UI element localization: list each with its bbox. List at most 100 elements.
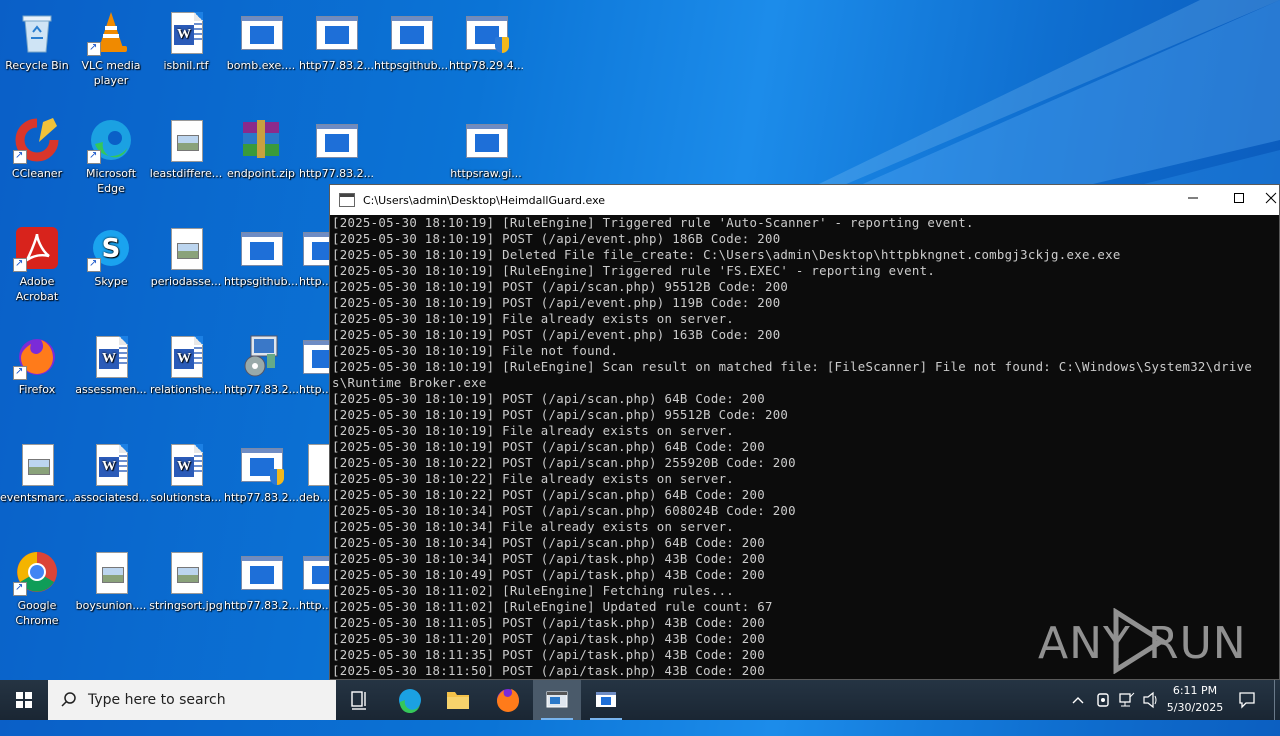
console-line: [2025-05-30 18:10:22] POST (/api/scan.ph… (332, 488, 765, 502)
icon-label: periodasse... (150, 275, 222, 288)
console-titlebar[interactable]: C:\Users\admin\Desktop\HeimdallGuard.exe (330, 185, 1279, 215)
desktop-icon-edge[interactable]: Microsoft Edge (74, 116, 148, 196)
icon-label: associatesd... (74, 491, 148, 504)
desktop-icon-partial-1[interactable]: http... (299, 224, 329, 289)
desktop-icon-firefox[interactable]: Firefox (0, 332, 74, 397)
desktop-icon-leastdiffere[interactable]: leastdiffere... (149, 116, 223, 181)
icon-label: endpoint.zip (226, 167, 296, 180)
volume-button[interactable] (1140, 680, 1162, 720)
console-app-icon (546, 691, 568, 708)
desktop-icon-ccleaner[interactable]: CCleaner (0, 116, 74, 181)
image-file-icon (162, 116, 210, 164)
executable-icon (237, 8, 285, 56)
desktop-icon-stringsort[interactable]: stringsort.jpg (149, 548, 223, 613)
search-icon (61, 692, 76, 707)
desktop-icon-periodasse[interactable]: periodasse... (149, 224, 223, 289)
desktop-icon-partial-3[interactable]: deb... (299, 440, 329, 505)
icon-label: stringsort.jpg (149, 599, 223, 612)
image-file-icon (162, 224, 210, 272)
desktop-icon-httpsgithub-2[interactable]: httpsgithub... (224, 224, 298, 289)
svg-text:S: S (102, 234, 121, 264)
show-hidden-icons-button[interactable] (1066, 680, 1090, 720)
console-line: [2025-05-30 18:10:19] POST (/api/event.p… (332, 296, 781, 310)
icon-label: VLC media player (81, 59, 141, 87)
icon-label: leastdiffere... (149, 167, 223, 180)
executable-icon (312, 116, 360, 164)
desktop-icon-relationshe[interactable]: W relationshe... (149, 332, 223, 397)
taskbar-console-active[interactable] (533, 680, 581, 720)
tray-app-icon[interactable] (1092, 680, 1114, 720)
icon-label: Skype (94, 275, 128, 288)
desktop-icon-recycle-bin[interactable]: Recycle Bin (0, 8, 74, 73)
show-desktop-button[interactable] (1274, 680, 1275, 720)
desktop-icon-http77-4[interactable]: http77.83.2... (224, 440, 298, 505)
shortcut-arrow-icon (87, 148, 101, 164)
desktop-icon-httpsgithub-1[interactable]: httpsgithub... (374, 8, 448, 73)
taskbar-clock[interactable]: 6:11 PM 5/30/2025 (1160, 682, 1230, 716)
close-button[interactable] (1262, 185, 1280, 215)
maximize-button[interactable] (1216, 185, 1262, 215)
desktop-icon-solutionsta[interactable]: W solutionsta... (149, 440, 223, 505)
search-placeholder: Type here to search (88, 692, 226, 708)
task-view-button[interactable] (336, 680, 384, 720)
desktop-icon-endpoint-zip[interactable]: endpoint.zip (224, 116, 298, 181)
console-line: [2025-05-30 18:10:19] POST (/api/scan.ph… (332, 280, 789, 294)
desktop-icon-associatesd[interactable]: W associatesd... (74, 440, 148, 505)
window-app-icon (596, 692, 616, 707)
desktop-icon-eventsmarc[interactable]: eventsmarc... (0, 440, 74, 505)
edge-icon (399, 689, 421, 714)
icon-label: isbnil.rtf (163, 59, 209, 72)
desktop-icon-partial-2[interactable]: http... (299, 332, 329, 397)
desktop-icon-isbnil-rtf[interactable]: W isbnil.rtf (149, 8, 223, 73)
taskbar-file-explorer[interactable] (434, 680, 482, 720)
desktop-icon-http77-1[interactable]: http77.83.2... (299, 8, 373, 73)
icon-label: Recycle Bin (5, 59, 69, 72)
desktop-icon-assessmen[interactable]: W assessmen... (74, 332, 148, 397)
notifications-button[interactable] (1232, 680, 1262, 720)
icon-label: solutionsta... (150, 491, 222, 504)
security-tray-icon (1097, 693, 1109, 707)
desktop-icon-adobe-acrobat[interactable]: Adobe Acrobat (0, 224, 74, 304)
desktop-icon-vlc[interactable]: VLC media player (74, 8, 148, 88)
console-line: [2025-05-30 18:10:34] File already exist… (332, 520, 735, 534)
taskbar-firefox[interactable] (484, 680, 532, 720)
taskbar-app-window[interactable] (582, 680, 630, 720)
icon-label: http... (299, 383, 329, 396)
icon-label: http77.83.2... (299, 167, 373, 180)
desktop-icon-boysunion[interactable]: boysunion.... (74, 548, 148, 613)
desktop-icon-skype[interactable]: S Skype (74, 224, 148, 289)
console-line: [2025-05-30 18:10:34] POST (/api/task.ph… (332, 552, 765, 566)
desktop-icon-partial-4[interactable]: http... (299, 548, 329, 613)
desktop-icon-http77-3[interactable]: http77.83.2... (224, 332, 298, 397)
image-file-icon (87, 548, 135, 596)
icon-label: CCleaner (11, 167, 63, 180)
console-line: [2025-05-30 18:10:49] POST (/api/task.ph… (332, 568, 765, 582)
icon-label: Microsoft Edge (85, 167, 137, 195)
word-document-icon: W (87, 440, 135, 488)
icon-label: Adobe Acrobat (15, 275, 59, 303)
shortcut-arrow-icon (13, 256, 27, 272)
desktop-icon-bomb-exe[interactable]: bomb.exe.... (224, 8, 298, 73)
console-line: [2025-05-30 18:10:19] POST (/api/scan.ph… (332, 440, 765, 454)
taskbar-search-box[interactable]: Type here to search (48, 680, 336, 720)
word-document-icon: W (162, 440, 210, 488)
minimize-button[interactable] (1170, 185, 1216, 215)
console-app-icon (339, 193, 355, 207)
taskbar-edge[interactable] (386, 680, 434, 720)
desktop-icon-chrome[interactable]: Google Chrome (0, 548, 74, 628)
notification-icon (1239, 692, 1255, 709)
desktop-icon-httpsraw[interactable]: httpsraw.gi... (449, 116, 523, 181)
console-line: s\Runtime Broker.exe (332, 376, 487, 390)
executable-icon (462, 116, 510, 164)
firefox-icon (497, 689, 519, 712)
acrobat-icon (13, 224, 61, 272)
icon-label: httpsgithub... (374, 59, 448, 72)
desktop-icon-http77-5[interactable]: http77.83.2... (224, 548, 298, 613)
watermark-text-right: RUN (1148, 618, 1247, 669)
start-button[interactable] (0, 680, 48, 720)
icon-label: http77.83.2... (299, 59, 373, 72)
anyrun-watermark: ANY RUN (1038, 606, 1246, 676)
desktop-icon-http78[interactable]: http78.29.4... (449, 8, 523, 73)
network-button[interactable] (1116, 680, 1138, 720)
desktop-icon-http77-2[interactable]: http77.83.2... (299, 116, 373, 181)
